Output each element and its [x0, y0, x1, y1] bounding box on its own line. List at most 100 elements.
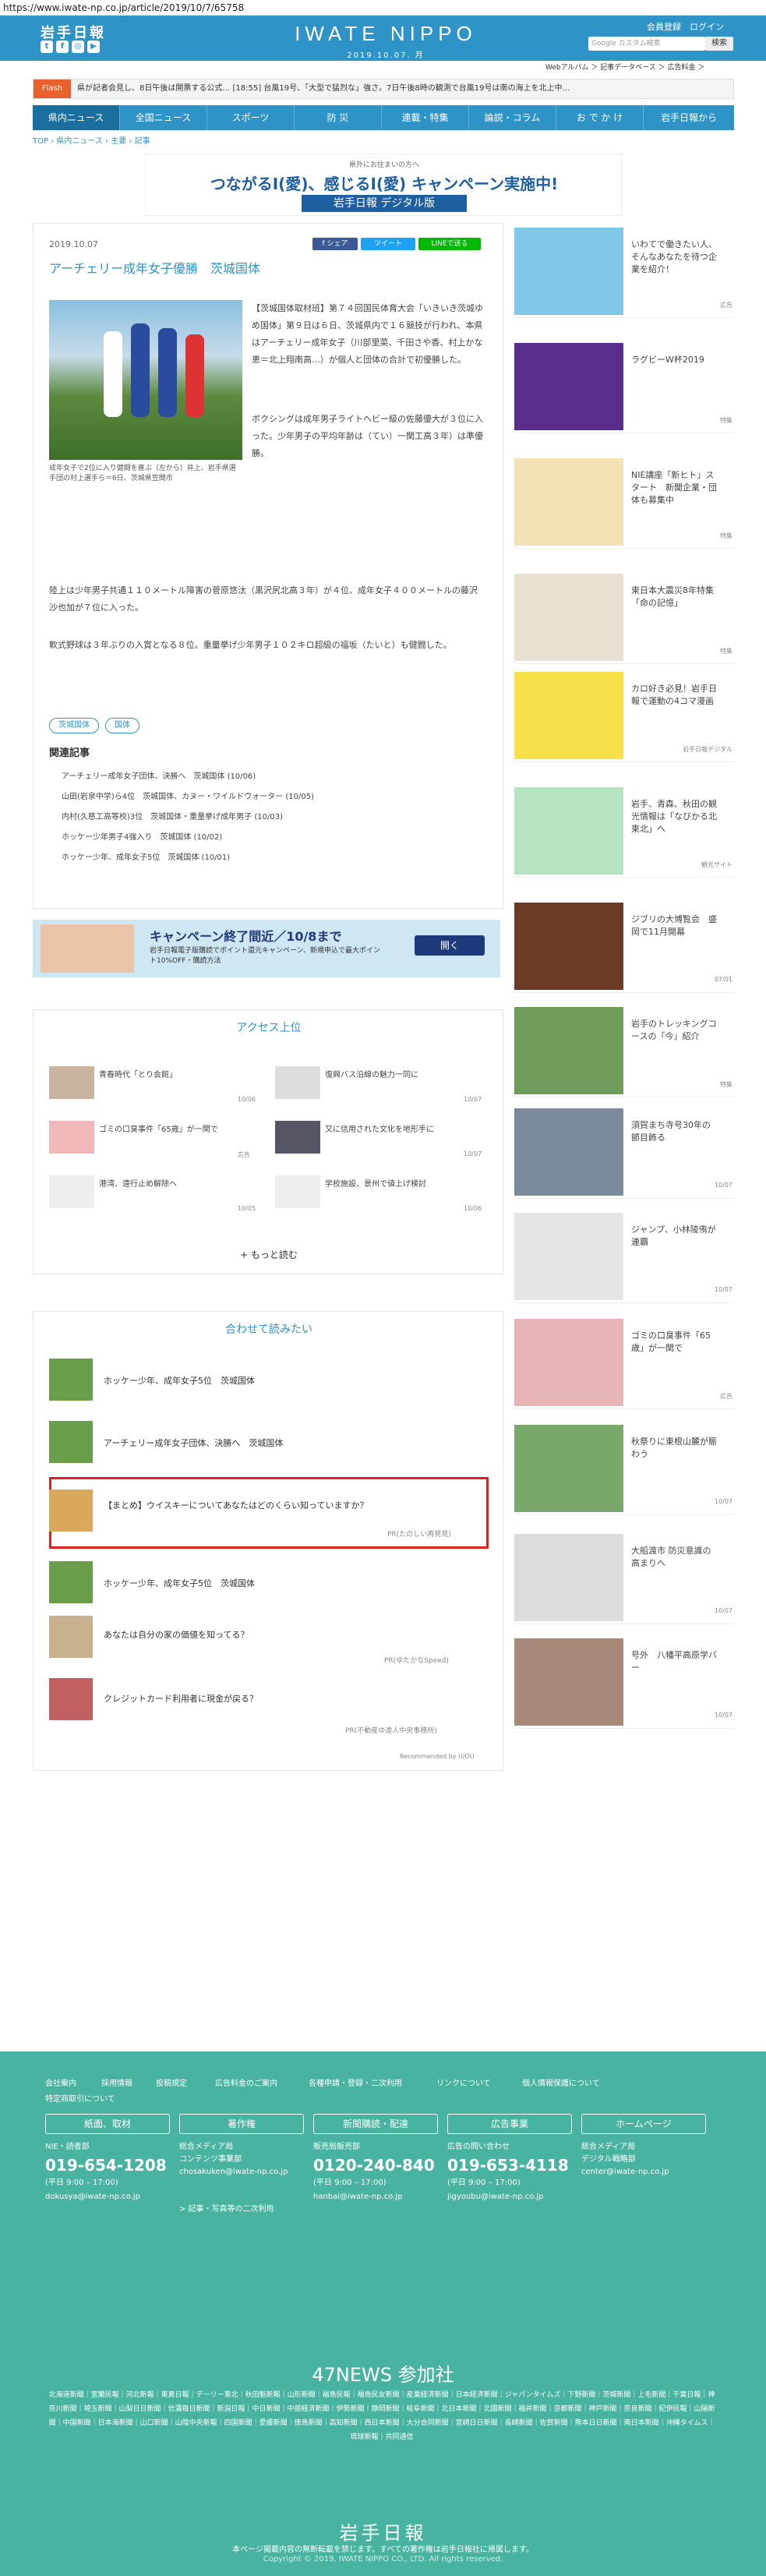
nav-item-sports[interactable]: スポーツ	[207, 105, 295, 130]
sidebar-item[interactable]: 東日本大震災8年特集「命の記憶」 特集	[514, 569, 734, 664]
line-share-button[interactable]: LINEで送る	[418, 238, 481, 250]
footer-link[interactable]: 特定商取引について	[45, 2092, 115, 2104]
footer-tel[interactable]: 0120-240-840	[313, 2156, 435, 2175]
access-thumb[interactable]	[275, 1066, 320, 1099]
login-link[interactable]: ログイン	[690, 22, 724, 32]
sidebar-text[interactable]: 東日本大震災8年特集「命の記憶」	[631, 585, 717, 610]
nav-item-disaster[interactable]: 防 災	[295, 105, 382, 130]
access-thumb[interactable]	[49, 1066, 94, 1099]
sidebar-text[interactable]: 号外 八幡平高原学バー	[631, 1649, 717, 1674]
more-button[interactable]: + もっと読む	[34, 1248, 504, 1261]
youtube-icon[interactable]: ▶	[87, 41, 100, 53]
access-thumb[interactable]	[275, 1175, 320, 1208]
footer-tel[interactable]: 019-654-1208	[45, 2156, 167, 2175]
sidebar-item[interactable]: 秋祭りに東根山麓が賑わう 10/07	[514, 1420, 734, 1515]
nav-item-local[interactable]: 県内ニュース	[33, 105, 120, 130]
recommend-text[interactable]: あなたは自分の家の価値を知ってる？	[104, 1628, 249, 1641]
footer-mail[interactable]: hanbai@iwate-np.co.jp	[313, 2192, 402, 2203]
article-photo[interactable]	[49, 300, 242, 460]
access-text[interactable]: 港湾、遠行止め解除へ	[99, 1178, 224, 1190]
recommend-text[interactable]: ホッケー少年、成年女子5位 茨城国体	[104, 1577, 255, 1589]
sidebar-text[interactable]: ジャンプ、小林陵侑が連覇	[631, 1224, 717, 1249]
sidebar-text[interactable]: 岩手、青森、秋田の観光情報は「なびかる北東北」へ	[631, 798, 717, 836]
sidebar-item[interactable]: 岩手、青森、秋田の観光情報は「なびかる北東北」へ 観光サイト	[514, 783, 734, 878]
sidebar-item[interactable]: カロ好き必見！岩手日報で運動の4コマ漫画 岩手日報デジタル	[514, 667, 734, 762]
site-logo[interactable]: 岩手日報	[41, 22, 106, 42]
footer-link[interactable]: 採用情報	[101, 2076, 132, 2088]
nav-item-from-nippo[interactable]: 岩手日報から	[644, 105, 734, 130]
recommend-thumb[interactable]	[49, 1616, 93, 1658]
search-input[interactable]: Google カスタム検索	[588, 37, 705, 51]
recommend-thumb[interactable]	[49, 1359, 93, 1401]
related-link[interactable]: ホッケー少年男子4強入り 茨城国体 (10/02)	[62, 830, 222, 842]
footer-mail[interactable]: jigyoubu@iwate-np.co.jp	[447, 2192, 543, 2203]
sidebar-item[interactable]: NIE講座「新ヒト」スタート 新聞企業・団体も募集中 特集	[514, 454, 734, 549]
related-link[interactable]: 内村(久慈工高等校)3位 茨城国体・重量挙げ成年男子 (10/03)	[62, 810, 283, 822]
footer-tel[interactable]: 019-653-4118	[447, 2156, 569, 2175]
sidebar-item[interactable]: 須賀まち寺号30年の節目飾る 10/07	[514, 1104, 734, 1199]
breadcrumb[interactable]: TOP › 県内ニュース › 主要 › 記事	[33, 134, 150, 146]
nav-item-series[interactable]: 連載・特集	[382, 105, 469, 130]
footer-mail[interactable]: chosakuken@iwate-np.co.jp	[179, 2167, 288, 2178]
nav-item-column[interactable]: 論説・コラム	[469, 105, 556, 130]
tweet-button[interactable]: ツイート	[361, 238, 415, 250]
campaign-ad[interactable]: キャンペーン終了間近／10/8まで 岩手日報電子版購読でポイント還元キャンペーン…	[33, 920, 500, 977]
sidebar-item[interactable]: ゴミの口臭事件「65歳」が一関で 広告	[514, 1314, 734, 1409]
instagram-icon[interactable]: ◎	[72, 41, 84, 53]
campaign-banner[interactable]: 県外にお住まいの方へ つながるI(愛)、感じるI(愛) キャンペーン実施中! 岩…	[145, 154, 622, 216]
sidebar-item[interactable]: ラグビーW杯2019 特集	[514, 338, 734, 433]
sidebar-text[interactable]: NIE講座「新ヒト」スタート 新聞企業・団体も募集中	[631, 469, 717, 507]
twitter-icon[interactable]: t	[41, 41, 53, 53]
footer-link[interactable]: > 記事・写真等の二次利用	[179, 2204, 274, 2215]
sidebar-item[interactable]: 岩手のトレッキングコースの「今」紹介 特集	[514, 1002, 734, 1097]
sidebar-item[interactable]: 号外 八幡平高原学バー 10/07	[514, 1634, 734, 1729]
sidebar-text[interactable]: 秋祭りに東根山麓が賑わう	[631, 1436, 717, 1461]
url-bar[interactable]: https://www.iwate-np.co.jp/article/2019/…	[0, 0, 766, 16]
ad-open-button[interactable]: 開く	[415, 935, 485, 956]
recommend-text[interactable]: ホッケー少年、成年女子5位 茨城国体	[104, 1374, 255, 1387]
recommend-thumb[interactable]	[49, 1561, 93, 1603]
footer-link[interactable]: リンクについて	[436, 2076, 491, 2088]
sidebar-text[interactable]: ラグビーW杯2019	[631, 354, 717, 366]
sidebar-item[interactable]: ジブリの大博覧会 盛岡で11月開幕 07/01	[514, 898, 734, 993]
access-thumb[interactable]	[49, 1121, 94, 1154]
recommend-thumb[interactable]	[49, 1489, 93, 1532]
sidebar-text[interactable]: 岩手のトレッキングコースの「今」紹介	[631, 1018, 717, 1043]
access-text[interactable]: 青春時代「とり会館」	[99, 1069, 224, 1081]
recommend-thumb[interactable]	[49, 1421, 93, 1463]
sidebar-item[interactable]: 大船渡市 防災意識の高まりへ 10/07	[514, 1529, 734, 1624]
related-link[interactable]: アーチェリー成年女子団体、決勝へ 茨城国体 (10/06)	[62, 769, 256, 781]
recommend-text[interactable]: クレジットカード利用者に現金が戻る？	[104, 1692, 258, 1705]
sidebar-item[interactable]: ジャンプ、小林陵侑が連覇 10/07	[514, 1208, 734, 1303]
member-link[interactable]: 会員登録	[647, 22, 681, 32]
access-thumb[interactable]	[49, 1175, 94, 1208]
tag-item[interactable]: 茨城国体	[49, 718, 99, 733]
sidebar-text[interactable]: ジブリの大博覧会 盛岡で11月開幕	[631, 913, 717, 938]
facebook-share-button[interactable]: f シェア	[312, 238, 358, 250]
flash-text[interactable]: 県が記者会見し、8日午後は開票する公式… [18:55] 台風19号、「大型で猛…	[77, 80, 724, 98]
footer-mail[interactable]: center@iwate-np.co.jp	[581, 2167, 669, 2178]
sidebar-text[interactable]: ゴミの口臭事件「65歳」が一関で	[631, 1330, 717, 1355]
nav-item-national[interactable]: 全国ニュース	[120, 105, 207, 130]
footer-link[interactable]: 広告料金のご案内	[215, 2076, 277, 2088]
sidebar-text[interactable]: 大船渡市 防災意識の高まりへ	[631, 1545, 717, 1570]
tag-item[interactable]: 国体	[105, 718, 139, 733]
access-text[interactable]: ゴミの口臭事件「65歳」が一関で	[99, 1124, 224, 1136]
footer-link[interactable]: 会社案内	[45, 2076, 76, 2088]
sidebar-item[interactable]: いわてで働きたい人、そんなあなたを待つ企業を紹介！ 広告	[514, 223, 734, 318]
facebook-icon[interactable]: f	[56, 41, 69, 53]
recommend-text[interactable]: アーチェリー成年女子団体、決勝へ 茨城国体	[104, 1436, 283, 1449]
news47-list[interactable]: 北海道新聞｜室蘭民報｜河北新報｜東奥日報｜デーリー東北｜秋田魁新報｜山形新聞｜福…	[47, 2388, 717, 2444]
access-text[interactable]: 復興バス沿線の魅力一同に	[325, 1069, 450, 1081]
sidebar-text[interactable]: 須賀まち寺号30年の節目飾る	[631, 1119, 717, 1144]
footer-link[interactable]: 各種申請・登録・二次利用	[309, 2076, 402, 2088]
recommend-text[interactable]: 【まとめ】ウイスキーについてあなたはどのくらい知っていますか？	[104, 1499, 368, 1511]
related-link[interactable]: 山田(岩泉中学)ら4位 茨城国体、カヌー・ワイルドウォーター (10/05)	[62, 790, 314, 801]
related-link[interactable]: ホッケー少年、成年女子5位 茨城国体 (10/01)	[62, 850, 230, 862]
access-thumb[interactable]	[275, 1121, 320, 1154]
footer-mail[interactable]: dokusya@iwate-np.co.jp	[45, 2192, 140, 2203]
sidebar-text[interactable]: カロ好き必見！岩手日報で運動の4コマ漫画	[631, 683, 717, 708]
footer-link[interactable]: 個人情報保護について	[522, 2076, 600, 2088]
recommend-thumb[interactable]	[49, 1678, 93, 1720]
web-menu[interactable]: Webアルバム ＞ 記事データベース ＞ 広告料金 ＞	[545, 61, 764, 75]
